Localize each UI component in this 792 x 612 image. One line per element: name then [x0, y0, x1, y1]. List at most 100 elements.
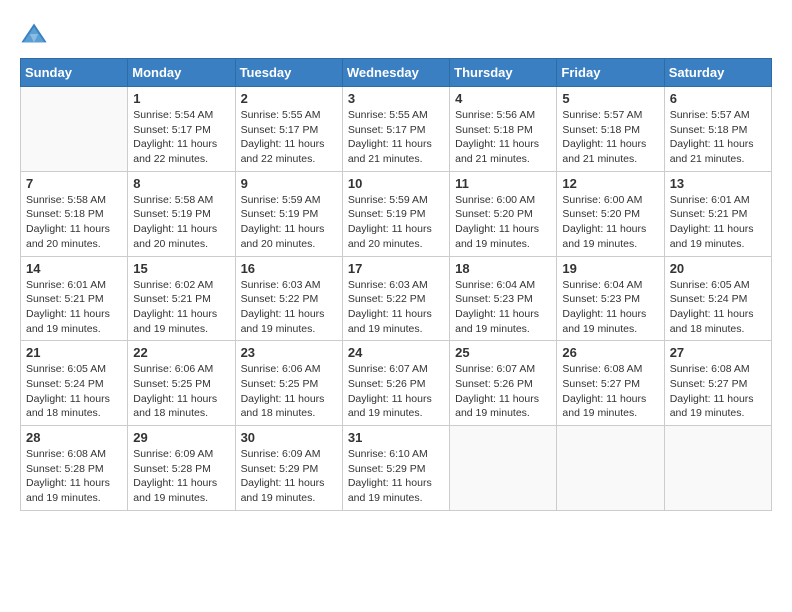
- day-number: 12: [562, 176, 658, 191]
- day-info: Sunrise: 5:59 AM Sunset: 5:19 PM Dayligh…: [241, 193, 337, 252]
- calendar-cell: 29 Sunrise: 6:09 AM Sunset: 5:28 PM Dayli…: [128, 426, 235, 511]
- day-info: Sunrise: 5:58 AM Sunset: 5:18 PM Dayligh…: [26, 193, 122, 252]
- day-number: 15: [133, 261, 229, 276]
- day-info: Sunrise: 6:06 AM Sunset: 5:25 PM Dayligh…: [133, 362, 229, 421]
- calendar-cell: 10Sunrise: 5:59 AM Sunset: 5:19 PM Dayli…: [342, 171, 449, 256]
- column-header-friday: Friday: [557, 59, 664, 87]
- calendar-cell: 12 Sunrise: 6:00 AM Sunset: 5:20 PM Dayli…: [557, 171, 664, 256]
- day-number: 5: [562, 91, 658, 106]
- day-info: Sunrise: 6:09 AM Sunset: 5:28 PM Dayligh…: [133, 447, 229, 506]
- column-header-sunday: Sunday: [21, 59, 128, 87]
- calendar-week-row: 1 Sunrise: 5:54 AM Sunset: 5:17 PM Daylig…: [21, 87, 772, 172]
- column-header-tuesday: Tuesday: [235, 59, 342, 87]
- day-number: 8: [133, 176, 229, 191]
- day-info: Sunrise: 6:03 AM Sunset: 5:22 PM Dayligh…: [348, 278, 444, 337]
- calendar-cell: [557, 426, 664, 511]
- day-number: 19: [562, 261, 658, 276]
- calendar-header-row: SundayMondayTuesdayWednesdayThursdayFrid…: [21, 59, 772, 87]
- calendar-cell: 18 Sunrise: 6:04 AM Sunset: 5:23 PM Dayli…: [450, 256, 557, 341]
- day-number: 26: [562, 345, 658, 360]
- calendar-cell: 2 Sunrise: 5:55 AM Sunset: 5:17 PM Daylig…: [235, 87, 342, 172]
- day-number: 31: [348, 430, 444, 445]
- calendar-cell: 8 Sunrise: 5:58 AM Sunset: 5:19 PM Daylig…: [128, 171, 235, 256]
- calendar-cell: [21, 87, 128, 172]
- calendar-cell: 16 Sunrise: 6:03 AM Sunset: 5:22 PM Dayli…: [235, 256, 342, 341]
- day-info: Sunrise: 6:04 AM Sunset: 5:23 PM Dayligh…: [455, 278, 551, 337]
- day-info: Sunrise: 6:07 AM Sunset: 5:26 PM Dayligh…: [455, 362, 551, 421]
- day-number: 20: [670, 261, 766, 276]
- day-number: 3: [348, 91, 444, 106]
- logo-icon: [20, 20, 48, 48]
- day-number: 23: [241, 345, 337, 360]
- column-header-wednesday: Wednesday: [342, 59, 449, 87]
- day-number: 11: [455, 176, 551, 191]
- day-number: 21: [26, 345, 122, 360]
- day-info: Sunrise: 5:58 AM Sunset: 5:19 PM Dayligh…: [133, 193, 229, 252]
- calendar-cell: 14 Sunrise: 6:01 AM Sunset: 5:21 PM Dayli…: [21, 256, 128, 341]
- day-number: 24: [348, 345, 444, 360]
- day-info: Sunrise: 5:55 AM Sunset: 5:17 PM Dayligh…: [241, 108, 337, 167]
- calendar-cell: 23 Sunrise: 6:06 AM Sunset: 5:25 PM Dayli…: [235, 341, 342, 426]
- day-number: 18: [455, 261, 551, 276]
- day-number: 2: [241, 91, 337, 106]
- day-info: Sunrise: 6:08 AM Sunset: 5:27 PM Dayligh…: [562, 362, 658, 421]
- calendar-cell: 17 Sunrise: 6:03 AM Sunset: 5:22 PM Dayli…: [342, 256, 449, 341]
- calendar-week-row: 14 Sunrise: 6:01 AM Sunset: 5:21 PM Dayli…: [21, 256, 772, 341]
- day-info: Sunrise: 6:06 AM Sunset: 5:25 PM Dayligh…: [241, 362, 337, 421]
- day-number: 30: [241, 430, 337, 445]
- calendar-cell: 13 Sunrise: 6:01 AM Sunset: 5:21 PM Dayli…: [664, 171, 771, 256]
- calendar-cell: 11Sunrise: 6:00 AM Sunset: 5:20 PM Dayli…: [450, 171, 557, 256]
- day-number: 27: [670, 345, 766, 360]
- day-info: Sunrise: 6:08 AM Sunset: 5:27 PM Dayligh…: [670, 362, 766, 421]
- column-header-thursday: Thursday: [450, 59, 557, 87]
- day-info: Sunrise: 6:05 AM Sunset: 5:24 PM Dayligh…: [670, 278, 766, 337]
- day-number: 4: [455, 91, 551, 106]
- calendar-cell: 21Sunrise: 6:05 AM Sunset: 5:24 PM Dayli…: [21, 341, 128, 426]
- day-info: Sunrise: 6:02 AM Sunset: 5:21 PM Dayligh…: [133, 278, 229, 337]
- day-number: 16: [241, 261, 337, 276]
- calendar-cell: 25 Sunrise: 6:07 AM Sunset: 5:26 PM Dayli…: [450, 341, 557, 426]
- day-info: Sunrise: 5:54 AM Sunset: 5:17 PM Dayligh…: [133, 108, 229, 167]
- day-number: 10: [348, 176, 444, 191]
- day-info: Sunrise: 6:01 AM Sunset: 5:21 PM Dayligh…: [670, 193, 766, 252]
- calendar-cell: 4 Sunrise: 5:56 AM Sunset: 5:18 PM Daylig…: [450, 87, 557, 172]
- calendar-cell: 24 Sunrise: 6:07 AM Sunset: 5:26 PM Dayli…: [342, 341, 449, 426]
- day-number: 14: [26, 261, 122, 276]
- calendar-cell: 7 Sunrise: 5:58 AM Sunset: 5:18 PM Daylig…: [21, 171, 128, 256]
- day-info: Sunrise: 5:56 AM Sunset: 5:18 PM Dayligh…: [455, 108, 551, 167]
- day-number: 22: [133, 345, 229, 360]
- calendar-cell: 31Sunrise: 6:10 AM Sunset: 5:29 PM Dayli…: [342, 426, 449, 511]
- day-info: Sunrise: 5:57 AM Sunset: 5:18 PM Dayligh…: [562, 108, 658, 167]
- calendar-cell: 15 Sunrise: 6:02 AM Sunset: 5:21 PM Dayli…: [128, 256, 235, 341]
- calendar-cell: 30 Sunrise: 6:09 AM Sunset: 5:29 PM Dayli…: [235, 426, 342, 511]
- day-number: 25: [455, 345, 551, 360]
- calendar-cell: 6Sunrise: 5:57 AM Sunset: 5:18 PM Daylig…: [664, 87, 771, 172]
- calendar-cell: 20 Sunrise: 6:05 AM Sunset: 5:24 PM Dayli…: [664, 256, 771, 341]
- calendar-week-row: 21Sunrise: 6:05 AM Sunset: 5:24 PM Dayli…: [21, 341, 772, 426]
- day-number: 17: [348, 261, 444, 276]
- calendar-cell: 19 Sunrise: 6:04 AM Sunset: 5:23 PM Dayli…: [557, 256, 664, 341]
- page-header: [20, 20, 772, 48]
- day-number: 29: [133, 430, 229, 445]
- column-header-saturday: Saturday: [664, 59, 771, 87]
- day-number: 9: [241, 176, 337, 191]
- calendar-cell: 9 Sunrise: 5:59 AM Sunset: 5:19 PM Daylig…: [235, 171, 342, 256]
- calendar-cell: [664, 426, 771, 511]
- day-number: 1: [133, 91, 229, 106]
- column-header-monday: Monday: [128, 59, 235, 87]
- day-number: 13: [670, 176, 766, 191]
- calendar-cell: 3 Sunrise: 5:55 AM Sunset: 5:17 PM Daylig…: [342, 87, 449, 172]
- calendar-cell: 27 Sunrise: 6:08 AM Sunset: 5:27 PM Dayli…: [664, 341, 771, 426]
- day-number: 6: [670, 91, 766, 106]
- day-number: 7: [26, 176, 122, 191]
- day-number: 28: [26, 430, 122, 445]
- calendar-cell: 26 Sunrise: 6:08 AM Sunset: 5:27 PM Dayli…: [557, 341, 664, 426]
- day-info: Sunrise: 6:01 AM Sunset: 5:21 PM Dayligh…: [26, 278, 122, 337]
- day-info: Sunrise: 6:00 AM Sunset: 5:20 PM Dayligh…: [562, 193, 658, 252]
- day-info: Sunrise: 5:55 AM Sunset: 5:17 PM Dayligh…: [348, 108, 444, 167]
- day-info: Sunrise: 6:04 AM Sunset: 5:23 PM Dayligh…: [562, 278, 658, 337]
- day-info: Sunrise: 6:09 AM Sunset: 5:29 PM Dayligh…: [241, 447, 337, 506]
- day-info: Sunrise: 6:07 AM Sunset: 5:26 PM Dayligh…: [348, 362, 444, 421]
- day-info: Sunrise: 6:03 AM Sunset: 5:22 PM Dayligh…: [241, 278, 337, 337]
- logo: [20, 20, 52, 48]
